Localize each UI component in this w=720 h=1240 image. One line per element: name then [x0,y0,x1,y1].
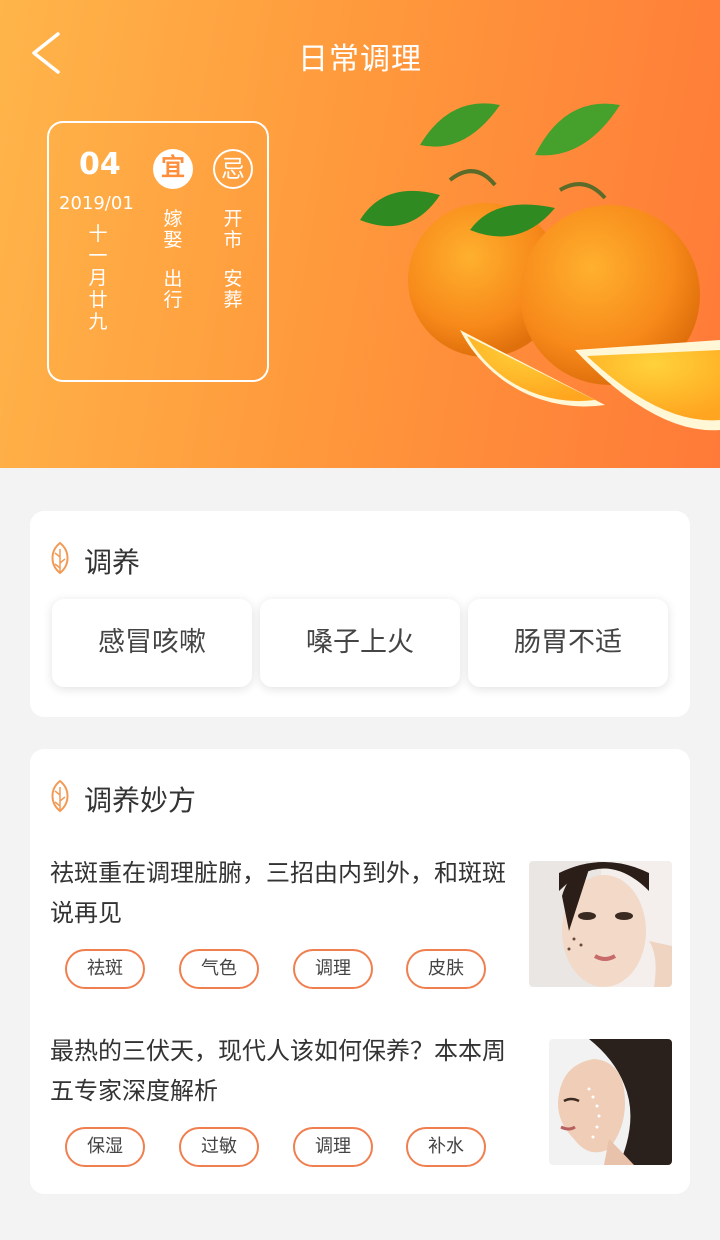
article-tag[interactable]: 过敏 [179,1127,259,1167]
article-thumbnail[interactable] [529,861,672,987]
page-title: 日常调理 [298,42,422,77]
chip-stomach[interactable]: 肠胃不适 [468,599,668,687]
header-banner: 日常调理 04 2019/01 十一月廿九 宜 忌 嫁娶 出行 开市 安葬 [0,0,720,468]
section-title: 调养妙方 [84,784,197,817]
article-tag[interactable]: 调理 [293,1127,373,1167]
oranges-illustration [360,103,720,431]
article-tag[interactable]: 皮肤 [406,949,486,989]
chip-cold-cough[interactable]: 感冒咳嗽 [52,599,252,687]
calendar-day: 04 [79,147,121,182]
chip-sore-throat[interactable]: 嗓子上火 [260,599,460,687]
ji-item: 安葬 [223,268,243,311]
leaf-icon [51,541,69,575]
almanac-card: 04 2019/01 十一月廿九 宜 忌 嫁娶 出行 开市 安葬 [47,121,269,382]
ji-item: 开市 [223,208,243,251]
yi-item: 嫁娶 [163,208,183,251]
article-title[interactable]: 祛斑重在调理脏腑，三招由内到外，和斑斑说再见 [50,853,510,933]
article-title[interactable]: 最热的三伏天，现代人该如何保养？本本周五专家深度解析 [50,1031,510,1111]
recipes-card: 调养妙方 祛斑重在调理脏腑，三招由内到外，和斑斑说再见 祛斑 气色 调理 皮肤 … [30,749,690,1194]
yi-item: 出行 [163,268,183,311]
article-thumbnail[interactable] [549,1039,672,1165]
article-tag[interactable]: 气色 [179,949,259,989]
article-tag[interactable]: 调理 [293,949,373,989]
conditioning-card: 调养 感冒咳嗽 嗓子上火 肠胃不适 [30,511,690,717]
yi-badge: 宜 [153,149,193,189]
section-title: 调养 [84,546,141,579]
leaf-icon [51,779,69,813]
article-tag[interactable]: 保湿 [65,1127,145,1167]
article-tag[interactable]: 补水 [406,1127,486,1167]
calendar-date: 2019/01 [59,193,134,214]
ji-badge: 忌 [213,149,253,189]
article-tag[interactable]: 祛斑 [65,949,145,989]
lunar-date: 十一月廿九 [88,223,108,333]
